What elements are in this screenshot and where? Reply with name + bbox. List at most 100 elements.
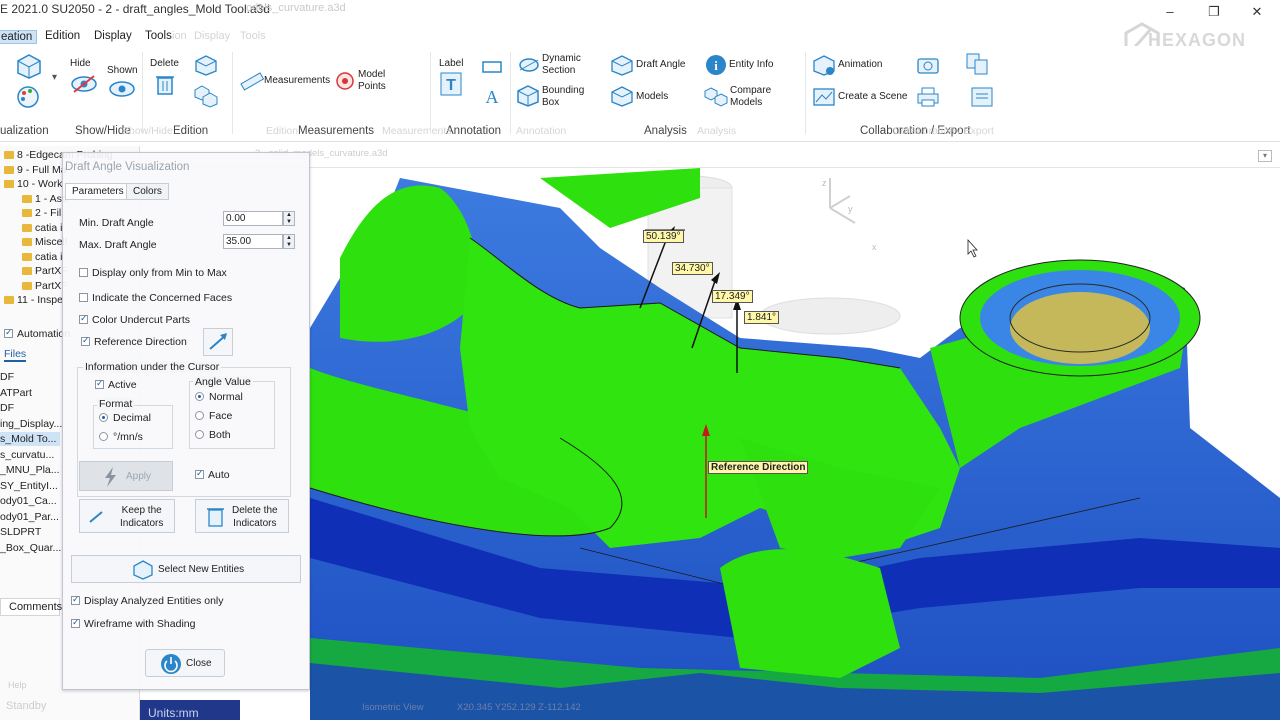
create-scene-icon[interactable] bbox=[812, 86, 836, 108]
camera-icon[interactable] bbox=[917, 54, 939, 74]
format-decimal-radio[interactable] bbox=[99, 413, 108, 422]
model-points-label[interactable]: Model Points bbox=[358, 69, 386, 93]
file-list-item[interactable]: s_curvatu... bbox=[0, 448, 54, 462]
tree-item[interactable]: Miscell bbox=[22, 235, 67, 249]
tree-item[interactable]: catia i bbox=[22, 221, 62, 235]
tree-item[interactable]: PartXF bbox=[22, 264, 68, 278]
file-list-item[interactable]: SY_EntityI... bbox=[0, 479, 58, 493]
tab-list-chevron-icon[interactable]: ▾ bbox=[1258, 150, 1272, 162]
draft-angle-label[interactable]: Draft Angle bbox=[636, 59, 685, 71]
files-tab[interactable]: Files bbox=[4, 348, 27, 362]
auto-checkbox[interactable] bbox=[195, 468, 204, 479]
tree-item[interactable]: 9 - Full Ma bbox=[4, 163, 67, 177]
apply-button[interactable]: Apply bbox=[79, 461, 173, 491]
wireframe-row[interactable]: Wireframe with Shading bbox=[71, 617, 195, 630]
angle-face-row[interactable]: Face bbox=[195, 410, 232, 422]
reference-direction-button[interactable] bbox=[203, 328, 233, 356]
menu-tools[interactable]: Tools bbox=[141, 30, 176, 42]
close-window-button[interactable]: ✕ bbox=[1247, 4, 1267, 20]
compare-models-label[interactable]: Compare Models bbox=[730, 85, 771, 109]
create-scene-label[interactable]: Create a Scene bbox=[838, 91, 908, 103]
restore-button[interactable]: ❐ bbox=[1204, 4, 1224, 20]
max-draft-angle-input[interactable]: 35.00 bbox=[223, 234, 283, 249]
automation-row[interactable]: Automation bbox=[4, 327, 70, 340]
dimension-icon[interactable] bbox=[481, 56, 503, 78]
bounding-box-label[interactable]: Bounding Box bbox=[542, 85, 584, 109]
close-button[interactable]: Close bbox=[145, 649, 225, 677]
indicate-faces-checkbox[interactable] bbox=[79, 293, 88, 302]
angle-face-radio[interactable] bbox=[195, 411, 204, 420]
file-list-item[interactable]: DF bbox=[0, 370, 14, 384]
keep-indicators-button[interactable]: Keep the Indicators bbox=[79, 499, 175, 533]
tree-item[interactable]: 11 - Inspe bbox=[4, 293, 63, 307]
hide-eye-icon[interactable] bbox=[70, 72, 98, 96]
export-icon[interactable] bbox=[965, 52, 989, 76]
tree-item[interactable]: 1 - Ass bbox=[22, 192, 67, 206]
comments-tab[interactable]: Comments bbox=[0, 598, 62, 616]
color-undercut-row[interactable]: Color Undercut Parts bbox=[79, 313, 190, 326]
reference-direction-checkbox[interactable] bbox=[81, 335, 90, 346]
model-points-icon[interactable] bbox=[334, 70, 356, 92]
shown-eye-icon[interactable] bbox=[108, 78, 136, 100]
format-dms-radio[interactable] bbox=[99, 432, 108, 441]
angle-both-row[interactable]: Both bbox=[195, 429, 231, 441]
file-list-item[interactable]: ing_Display... bbox=[0, 417, 62, 431]
dynamic-section-label[interactable]: Dynamic Section bbox=[542, 53, 581, 77]
entity-info-icon[interactable]: i bbox=[705, 54, 727, 76]
wireframe-checkbox[interactable] bbox=[71, 617, 80, 628]
palette-icon[interactable] bbox=[16, 85, 42, 109]
animation-label[interactable]: Animation bbox=[838, 59, 882, 71]
angle-normal-radio[interactable] bbox=[195, 392, 204, 401]
draft-angle-annotation-1[interactable]: 50.139° bbox=[643, 230, 684, 243]
angle-both-radio[interactable] bbox=[195, 430, 204, 439]
cube-view-icon[interactable] bbox=[16, 53, 42, 79]
bounding-box-icon[interactable] bbox=[516, 84, 540, 108]
entity-info-label[interactable]: Entity Info bbox=[729, 59, 773, 71]
models-label[interactable]: Models bbox=[636, 91, 668, 103]
tab-colors[interactable]: Colors bbox=[126, 183, 169, 200]
measurements-label[interactable]: Measurements bbox=[264, 75, 330, 87]
file-list-item[interactable]: _MNU_Pla... bbox=[0, 463, 60, 477]
font-icon[interactable]: A bbox=[481, 85, 503, 107]
ruler-icon[interactable] bbox=[240, 70, 264, 92]
menu-display[interactable]: Display bbox=[90, 30, 136, 42]
display-analyzed-row[interactable]: Display Analyzed Entities only bbox=[71, 594, 224, 607]
automation-checkbox[interactable] bbox=[4, 327, 13, 338]
auto-row[interactable]: Auto bbox=[195, 468, 230, 481]
format-decimal-row[interactable]: Decimal bbox=[99, 412, 151, 424]
dynamic-section-icon[interactable] bbox=[518, 54, 540, 76]
draft-angle-annotation-4[interactable]: 1.841° bbox=[744, 311, 780, 324]
copy-cube-icon[interactable] bbox=[194, 54, 218, 76]
file-list-item[interactable]: SLDPRT bbox=[0, 525, 41, 539]
file-list-item[interactable]: DF bbox=[0, 401, 14, 415]
file-list-item[interactable]: _Box_Quar... bbox=[0, 541, 61, 555]
delete-indicators-button[interactable]: Delete the Indicators bbox=[195, 499, 289, 533]
minimize-button[interactable]: – bbox=[1160, 4, 1180, 20]
dropdown-arrow-icon[interactable]: ▾ bbox=[52, 72, 57, 84]
display-only-row[interactable]: Display only from Min to Max bbox=[79, 267, 227, 279]
file-list-item[interactable]: s_Mold To... bbox=[0, 432, 60, 446]
min-spinner-icon[interactable]: ▲ ▼ bbox=[283, 211, 295, 226]
max-spinner-icon[interactable]: ▲ ▼ bbox=[283, 234, 295, 249]
draft-angle-annotation-3[interactable]: 17.349° bbox=[712, 290, 753, 303]
tab-parameters[interactable]: Parameters bbox=[65, 183, 131, 200]
min-draft-angle-input[interactable]: 0.00 bbox=[223, 211, 283, 226]
active-row[interactable]: Active bbox=[95, 378, 137, 391]
tree-item[interactable]: PartXF bbox=[22, 279, 68, 293]
models-icon[interactable] bbox=[610, 85, 634, 107]
color-undercut-checkbox[interactable] bbox=[79, 313, 88, 324]
tree-item[interactable]: catia i bbox=[22, 250, 62, 264]
format-dms-row[interactable]: °/mn/s bbox=[99, 431, 143, 443]
display-analyzed-checkbox[interactable] bbox=[71, 594, 80, 605]
trash-icon[interactable] bbox=[154, 72, 176, 96]
print-icon[interactable] bbox=[917, 86, 939, 108]
select-new-entities-button[interactable]: Select New Entities bbox=[71, 555, 301, 583]
file-list-item[interactable]: ody01_Ca... bbox=[0, 494, 57, 508]
menu-edition[interactable]: Edition bbox=[41, 30, 84, 42]
compare-models-icon[interactable] bbox=[704, 86, 728, 108]
angle-normal-row[interactable]: Normal bbox=[195, 391, 243, 403]
reference-direction-row[interactable]: Reference Direction bbox=[81, 335, 187, 348]
file-list-item[interactable]: ATPart bbox=[0, 386, 32, 400]
draft-angle-annotation-2[interactable]: 34.730° bbox=[672, 262, 713, 275]
indicate-faces-row[interactable]: Indicate the Concerned Faces bbox=[79, 292, 232, 304]
